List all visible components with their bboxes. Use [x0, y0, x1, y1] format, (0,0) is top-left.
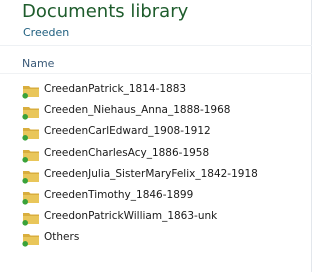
- folder-name: Creeden_Niehaus_Anna_1888-1968: [44, 104, 231, 117]
- sync-status-icon: [22, 177, 28, 184]
- folder-name: CreedenCharlesAcy_1886-1958: [44, 146, 210, 159]
- list-item[interactable]: CreedenCarlEdward_1908-1912: [0, 122, 300, 143]
- sync-status-icon: [22, 114, 28, 120]
- folder-icon: [22, 231, 42, 247]
- list-item[interactable]: CreedenTimothy_1846-1899: [0, 186, 300, 207]
- folder-name: CreedenJulia_SisterMaryFelix_1842-1918: [44, 167, 258, 180]
- sync-status-icon: [22, 220, 28, 226]
- folder-icon: [22, 104, 42, 120]
- sync-status-icon: [22, 156, 28, 163]
- folder-name: CreedenCarlEdward_1908-1912: [44, 125, 211, 138]
- sync-status-icon: [22, 93, 28, 99]
- folder-icon: [22, 189, 42, 205]
- documents-library-pane: Documents library Creeden Name CreedanPa…: [0, 0, 312, 272]
- column-header-divider: [0, 73, 312, 74]
- folder-name: CreedonPatrickWilliam_1863-unk: [44, 210, 218, 223]
- library-subtitle[interactable]: Creeden: [23, 26, 69, 39]
- list-item[interactable]: CreedonPatrickWilliam_1863-unk: [0, 207, 300, 228]
- sync-status-icon: [22, 198, 28, 205]
- folder-name: Others: [44, 231, 80, 244]
- list-item[interactable]: CreedenJulia_SisterMaryFelix_1842-1918: [0, 165, 300, 186]
- folder-icon: [22, 168, 42, 184]
- folder-name: CreedenTimothy_1846-1899: [44, 188, 194, 201]
- folder-icon: [22, 83, 42, 99]
- library-title: Documents library: [22, 1, 189, 22]
- list-item[interactable]: CreedanPatrick_1814-1883: [0, 80, 300, 101]
- file-list: CreedanPatrick_1814-1883 Creeden_Niehaus…: [0, 80, 312, 250]
- folder-icon: [22, 147, 42, 163]
- sync-status-icon: [22, 135, 28, 141]
- list-item[interactable]: CreedenCharlesAcy_1886-1958: [0, 144, 300, 165]
- name-column-header[interactable]: Name: [22, 57, 54, 70]
- sync-status-icon: [22, 241, 28, 247]
- list-item[interactable]: Others: [0, 228, 300, 249]
- folder-name: CreedanPatrick_1814-1883: [44, 83, 187, 95]
- list-item[interactable]: Creeden_Niehaus_Anna_1888-1968: [0, 101, 300, 122]
- header-separator: [0, 45, 312, 46]
- column-header-bar: Name: [0, 50, 312, 74]
- folder-icon: [22, 210, 42, 226]
- folder-icon: [22, 125, 42, 141]
